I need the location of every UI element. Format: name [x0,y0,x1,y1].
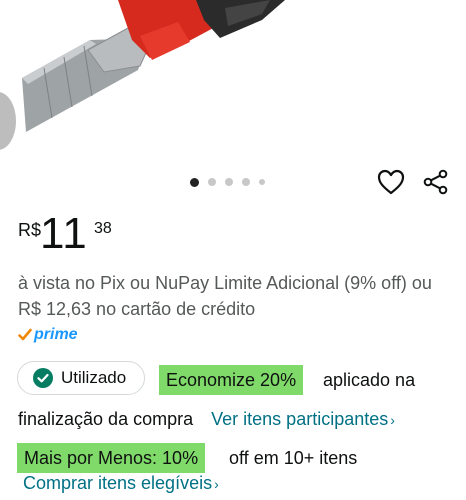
shop-eligible-items-link[interactable]: Comprar itens elegíveis [23,473,212,493]
heart-icon[interactable] [376,168,406,196]
prime-label: prime [34,326,78,343]
coupon-checkout-line: finalização da compra Ver itens particip… [18,406,395,433]
coupon-discount-badge: Economize 20% [159,365,304,395]
gallery-dot-2[interactable] [208,178,216,186]
check-circle-icon [33,368,53,388]
prime-badge: prime [18,324,78,346]
price-currency: R$ [18,220,42,240]
shop-eligible-items-row: Comprar itens elegíveis › [23,470,219,497]
price-fraction: 38 [94,220,112,237]
chevron-right-icon: › [214,476,219,492]
product-image[interactable] [0,0,300,170]
price-whole: 11 [40,209,88,258]
gallery-dot-1[interactable] [190,177,199,187]
coupon-status-label: Utilizado [61,368,127,387]
gallery-dot-5[interactable] [259,179,265,185]
prime-check-icon [18,328,32,341]
chevron-right-icon: › [390,412,395,428]
share-icon[interactable] [423,169,449,195]
gallery-pagination [190,176,265,188]
coupon-checkout-text: finalização da compra [18,409,194,429]
gallery-dot-3[interactable] [225,178,233,186]
coupon-used-pill[interactable]: Utilizado [17,361,145,395]
payment-terms-text: à vista no Pix ou NuPay Limite Adicional… [18,273,432,319]
coupon-applied-text: aplicado na [323,370,416,390]
gallery-dot-4[interactable] [242,178,250,186]
promo-detail-text: off em 10+ itens [229,448,358,468]
view-participating-items-link[interactable]: Ver itens participantes [211,409,388,429]
mais-por-menos-badge: Mais por Menos: 10% [17,443,206,473]
